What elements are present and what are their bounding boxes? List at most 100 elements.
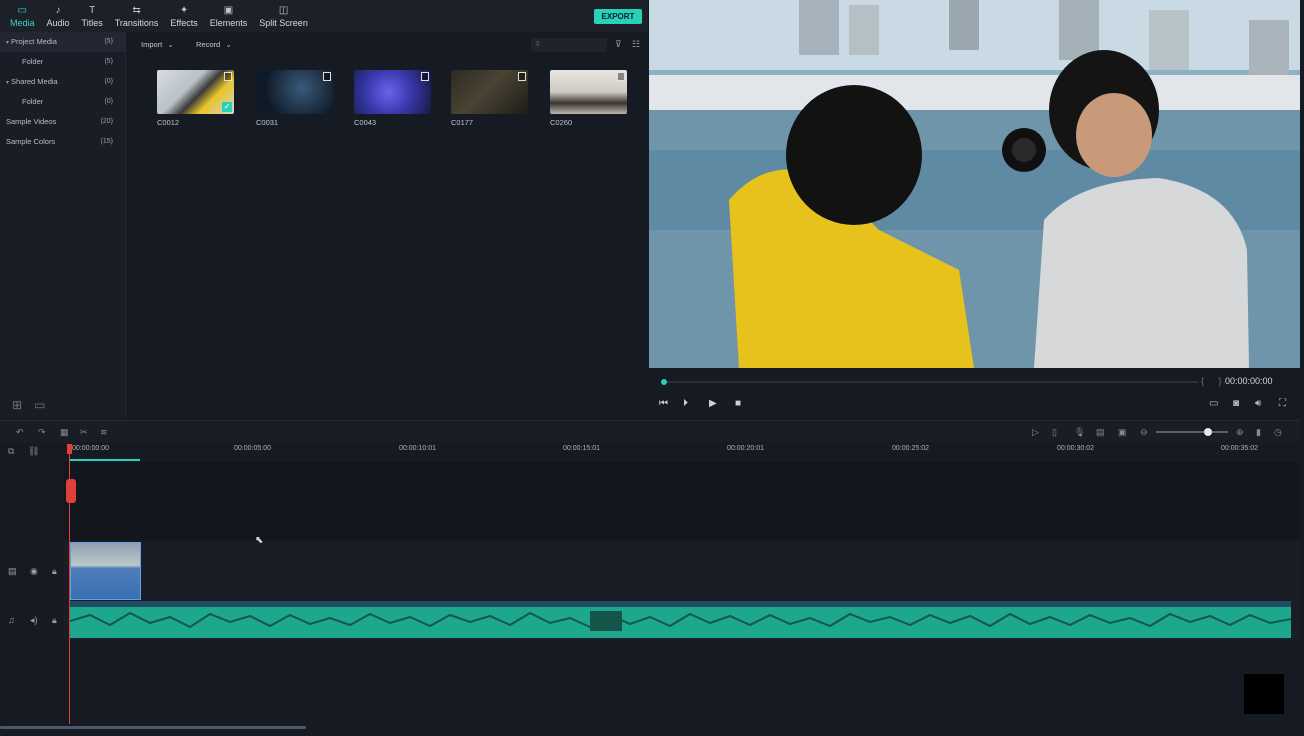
filter-icon[interactable]: ⊽ xyxy=(615,39,622,50)
beat-marker xyxy=(444,601,449,606)
tree-item-project-media[interactable]: ▾ Project Media (5) xyxy=(0,32,125,52)
speaker-icon[interactable]: ◂) xyxy=(30,615,38,626)
tree-item-label: Shared Media xyxy=(11,77,58,86)
mixer-icon[interactable]: ▤ xyxy=(1096,427,1105,438)
cut-icon[interactable]: ✂ xyxy=(80,427,88,438)
lock-icon[interactable]: 🔒︎ xyxy=(52,615,57,626)
rendered-range xyxy=(70,459,140,461)
prev-frame-icon[interactable]: ⏮ xyxy=(659,398,668,409)
undo-icon[interactable]: ↶ xyxy=(16,427,24,438)
in-out-markers[interactable]: { } xyxy=(1201,376,1228,386)
tree-item-shared-media[interactable]: ▾ Shared Media (0) xyxy=(0,72,125,92)
media-thumb-label: C0177 xyxy=(451,118,474,127)
tab-effects[interactable]: ✦ Effects xyxy=(164,2,203,32)
record-dropdown[interactable]: Record ⌄ xyxy=(196,40,232,49)
stop-icon[interactable]: ■ xyxy=(735,398,741,409)
marker-icon[interactable]: ▯ xyxy=(1052,427,1057,438)
tree-item-sample-colors[interactable]: Sample Colors (15) xyxy=(0,132,125,152)
preview-video xyxy=(649,0,1300,368)
media-thumb-c0043[interactable] xyxy=(354,70,431,114)
beat-marker xyxy=(792,601,797,606)
tree-item-sample-videos[interactable]: Sample Videos (20) xyxy=(0,112,125,132)
timer-icon[interactable]: ◷ xyxy=(1274,427,1282,438)
tree-item-count: (15) xyxy=(100,138,113,145)
video-track[interactable] xyxy=(64,542,1300,600)
tab-media[interactable]: ▭ Media xyxy=(4,2,41,32)
split-screen-icon: ◫ xyxy=(278,5,289,16)
beat-marker xyxy=(353,601,358,606)
tree-item-folder[interactable]: Folder (0) xyxy=(0,92,125,112)
music-note-icon: ♫ xyxy=(8,615,15,625)
volume-icon[interactable]: 🔊︎ xyxy=(1255,398,1261,409)
folder-icon[interactable]: ▭ xyxy=(34,398,45,412)
beat-marker xyxy=(1121,601,1126,606)
display-settings-icon[interactable]: ▭ xyxy=(1209,398,1218,409)
video-clip[interactable] xyxy=(70,542,141,600)
grid-view-icon[interactable]: ☷ xyxy=(632,39,640,50)
zoom-in-icon[interactable]: ⊕ xyxy=(1236,427,1244,438)
adjust-icon[interactable]: ≋ xyxy=(100,427,108,438)
search-input[interactable]: ⚲ xyxy=(531,38,607,52)
tab-transitions[interactable]: ⇆ Transitions xyxy=(109,2,165,32)
snapshot-icon[interactable]: ◙ xyxy=(1233,398,1239,409)
playhead-marker[interactable] xyxy=(66,479,76,503)
fullscreen-icon[interactable]: ⛶ xyxy=(1279,398,1286,409)
beat-marker xyxy=(719,601,724,606)
zoom-slider-knob[interactable] xyxy=(1203,428,1212,436)
timeline-scrollbar[interactable] xyxy=(0,726,306,729)
media-thumb-c0012[interactable]: ✓ xyxy=(157,70,234,114)
new-folder-icon[interactable]: ⊞ xyxy=(12,398,22,412)
audio-clip[interactable] xyxy=(70,601,1291,638)
tree-item-count: (0) xyxy=(104,78,113,85)
beat-marker xyxy=(883,601,888,606)
zoom-out-icon[interactable]: ⊖ xyxy=(1140,427,1148,438)
effects-icon: ✦ xyxy=(179,5,189,16)
beat-marker xyxy=(938,601,943,606)
tab-audio[interactable]: ♪ Audio xyxy=(41,2,76,32)
beat-marker xyxy=(1103,601,1108,606)
play-icon[interactable]: ▶ xyxy=(709,398,717,409)
playback-scrubber[interactable] xyxy=(661,379,1198,385)
beat-marker xyxy=(371,601,376,606)
beat-marker xyxy=(481,601,486,606)
import-dropdown[interactable]: Import ⌄ xyxy=(141,40,174,49)
beat-marker xyxy=(865,601,870,606)
fit-icon[interactable]: ▮ xyxy=(1256,427,1261,438)
beat-marker xyxy=(682,601,687,606)
empty-track-area[interactable] xyxy=(64,462,1300,540)
tab-elements[interactable]: ▣ Elements xyxy=(204,2,254,32)
video-track-icon: ▤ xyxy=(8,566,17,576)
microphone-icon[interactable]: 🎙︎ xyxy=(1074,427,1085,438)
beat-marker xyxy=(298,601,303,606)
export-button[interactable]: EXPORT xyxy=(594,9,642,24)
tree-item-folder[interactable]: Folder (5) xyxy=(0,52,125,72)
chevron-down-icon: ⌄ xyxy=(225,40,232,49)
subtitle-icon[interactable]: ▣ xyxy=(1118,427,1127,438)
ruler-tick-label: 00:00:00:00 xyxy=(72,445,109,452)
search-icon: ⚲ xyxy=(535,41,541,48)
beat-marker xyxy=(993,601,998,606)
tab-split-screen[interactable]: ◫ Split Screen xyxy=(253,2,314,32)
timeline-ruler[interactable]: ⧉ ⛓ 00:00:00:00 00:00:05:00 00:00:10:01 … xyxy=(0,442,1300,462)
transitions-icon: ⇆ xyxy=(132,5,141,16)
beat-marker xyxy=(1011,601,1016,606)
zoom-slider[interactable] xyxy=(1156,428,1228,436)
add-track-icon[interactable]: ⧉ xyxy=(8,446,14,457)
play-pause-icon[interactable]: ⏵ xyxy=(683,398,688,409)
tab-titles[interactable]: T Titles xyxy=(76,2,109,32)
media-thumb-c0031[interactable] xyxy=(256,70,333,114)
media-thumb-label: C0043 xyxy=(354,118,377,127)
scrubber-handle[interactable] xyxy=(661,379,667,385)
media-library-tree: ▾ Project Media (5) Folder (5) ▾ Shared Me… xyxy=(0,32,126,417)
eye-icon[interactable]: ◉ xyxy=(30,566,38,577)
delete-icon[interactable]: ▦ xyxy=(60,427,69,438)
media-thumb-c0260[interactable] xyxy=(550,70,627,114)
render-icon[interactable]: ▷ xyxy=(1032,427,1039,438)
link-icon[interactable]: ⛓ xyxy=(28,446,39,457)
ruler-tick-label: 00:00:35:02 xyxy=(1221,445,1258,452)
media-thumb-c0177[interactable] xyxy=(451,70,528,114)
tab-transitions-label: Transitions xyxy=(114,18,159,28)
redo-icon[interactable]: ↷ xyxy=(38,427,46,438)
lock-icon[interactable]: 🔒︎ xyxy=(52,566,57,577)
playhead-handle[interactable] xyxy=(67,444,72,454)
